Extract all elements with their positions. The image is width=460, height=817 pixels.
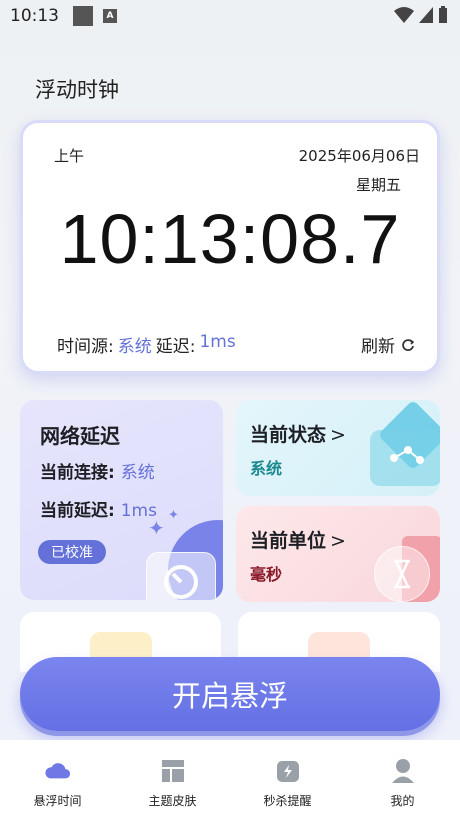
state-title-row: 当前状态 > bbox=[250, 420, 346, 447]
sparkle-icon: ✦ bbox=[148, 516, 165, 540]
ampm-label: 上午 bbox=[54, 147, 85, 165]
wifi-icon bbox=[394, 7, 414, 23]
source-label: 时间源: bbox=[57, 337, 114, 357]
current-delay-label: 当前延迟: bbox=[40, 501, 115, 521]
state-title: 当前状态 bbox=[250, 424, 327, 446]
nav-item-float-time[interactable]: 悬浮时间 bbox=[0, 740, 115, 817]
nav-item-theme-skin[interactable]: 主题皮肤 bbox=[115, 740, 230, 817]
hourglass-icon bbox=[374, 546, 430, 602]
chevron-right-icon: > bbox=[330, 530, 346, 552]
time-source-row: 时间源: 系统 延迟: 1ms bbox=[57, 332, 236, 357]
delay-label: 延迟: bbox=[155, 337, 196, 357]
network-title: 网络延迟 bbox=[40, 424, 120, 448]
connection-value: 系统 bbox=[120, 463, 155, 483]
nav-item-mine[interactable]: 我的 bbox=[345, 740, 460, 817]
network-latency-card[interactable]: 网络延迟 当前连接: 系统 当前延迟: 1ms 已校准 ✦ ✦ bbox=[20, 400, 223, 600]
status-bar: 10:13 A bbox=[0, 0, 460, 32]
nav-item-flash-sale-reminder[interactable]: 秒杀提醒 bbox=[230, 740, 345, 817]
clock-card: 上午 2025年06月06日 星期五 10:13:08.7 时间源: 系统 延迟… bbox=[20, 120, 440, 374]
weekday-label: 星期五 bbox=[355, 176, 401, 194]
page-title: 浮动时钟 bbox=[35, 78, 119, 102]
date-label: 2025年06月06日 bbox=[298, 147, 420, 165]
share-network-icon bbox=[370, 430, 440, 486]
refresh-button[interactable]: 刷新 bbox=[361, 332, 415, 357]
refresh-icon bbox=[402, 338, 415, 351]
cloud-icon bbox=[44, 758, 71, 784]
current-unit-card[interactable]: 当前单位 > 毫秒 bbox=[236, 506, 440, 602]
unit-title-row: 当前单位 > bbox=[250, 526, 346, 553]
nav-label: 主题皮肤 bbox=[148, 794, 197, 808]
current-state-card[interactable]: 当前状态 > 系统 bbox=[236, 400, 440, 496]
current-delay-row: 当前延迟: 1ms bbox=[40, 496, 157, 521]
source-value: 系统 bbox=[117, 337, 152, 357]
nav-label: 秒杀提醒 bbox=[263, 794, 312, 808]
bottom-nav: 悬浮时间 主题皮肤 秒杀提醒 我的 bbox=[0, 740, 460, 817]
state-value: 系统 bbox=[250, 459, 283, 478]
battery-icon bbox=[439, 6, 447, 23]
refresh-label: 刷新 bbox=[361, 337, 395, 357]
notification-square-icon bbox=[73, 6, 93, 26]
signal-icon bbox=[419, 7, 433, 23]
clock-time: 10:13:08.7 bbox=[59, 200, 401, 278]
sparkle-small-icon: ✦ bbox=[168, 508, 179, 523]
nav-label: 我的 bbox=[390, 794, 415, 808]
status-indicators bbox=[394, 6, 448, 24]
stopwatch-icon bbox=[146, 552, 216, 600]
nav-label: 悬浮时间 bbox=[33, 794, 82, 808]
connection-row: 当前连接: 系统 bbox=[40, 458, 155, 483]
user-icon bbox=[390, 758, 416, 784]
layout-icon bbox=[160, 758, 186, 784]
delay-value: 1ms bbox=[199, 332, 236, 352]
notification-a-icon: A bbox=[103, 9, 117, 23]
chevron-right-icon: > bbox=[330, 424, 346, 446]
status-time: 10:13 bbox=[10, 6, 59, 26]
start-float-button[interactable]: 开启悬浮 bbox=[20, 657, 440, 731]
connection-label: 当前连接: bbox=[40, 463, 115, 483]
unit-title: 当前单位 bbox=[250, 530, 327, 552]
calibrated-badge: 已校准 bbox=[38, 540, 106, 564]
alarm-icon bbox=[275, 758, 301, 784]
unit-value: 毫秒 bbox=[250, 565, 283, 584]
